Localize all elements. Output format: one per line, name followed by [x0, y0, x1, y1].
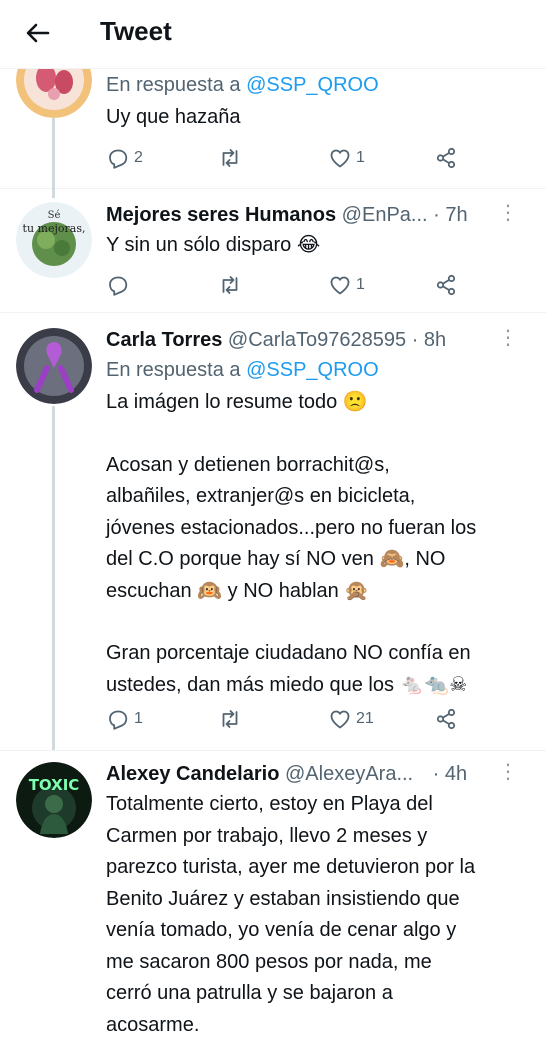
retweet-button[interactable] [218, 143, 242, 173]
display-name[interactable]: Mejores seres Humanos [106, 204, 336, 226]
top-bar: Tweet [0, 0, 546, 69]
page-title: Tweet [100, 16, 172, 46]
tweet-3[interactable]: Carla Torres @CarlaTo97628595 · 8h ⋮ En … [0, 312, 546, 751]
share-button[interactable] [434, 270, 458, 300]
reply-icon [109, 149, 128, 169]
display-name[interactable]: Carla Torres [106, 329, 222, 351]
like-button[interactable]: 21 [328, 704, 374, 734]
arrow-left-icon[interactable] [22, 17, 54, 49]
reply-count: 2 [134, 149, 143, 166]
reply-to: En respuesta a @SSP_QROO [106, 74, 379, 96]
more-icon[interactable]: ⋮ [498, 200, 518, 226]
avatar[interactable]: TOXIC [16, 762, 92, 838]
reply-button[interactable] [106, 270, 130, 300]
retweet-button[interactable] [218, 704, 242, 734]
tweet-text: Y sin un sólo disparo 😂 [106, 234, 321, 256]
tweet-text: Uy que hazaña [106, 106, 241, 128]
mention-link[interactable]: @SSP_QROO [246, 74, 379, 96]
reply-count: 1 [134, 710, 143, 727]
share-icon [436, 147, 456, 169]
reply-icon [109, 276, 128, 296]
timestamp[interactable]: · 4h [433, 763, 467, 785]
reply-button[interactable]: 1 [106, 704, 143, 734]
username[interactable]: @CarlaTo97628595 [228, 329, 406, 351]
like-button[interactable]: 1 [328, 143, 365, 173]
reply-to: En respuesta a @SSP_QROO [106, 359, 379, 381]
avatar[interactable] [16, 328, 92, 404]
share-icon [436, 708, 456, 730]
tweet-header: Carla Torres @CarlaTo97628595 · 8h ⋮ [106, 325, 530, 355]
retweet-icon [222, 710, 238, 728]
reply-button[interactable]: 2 [106, 143, 143, 173]
action-bar: 2 1 [106, 143, 486, 173]
share-button[interactable] [434, 143, 458, 173]
share-icon [436, 274, 456, 296]
tweet-header: Alexey Candelario @AlexeyAra... · 4h ⋮ [106, 759, 530, 789]
username[interactable]: @AlexeyAra... [285, 763, 413, 785]
like-count: 1 [356, 149, 365, 166]
retweet-icon [222, 149, 238, 167]
avatar-text-line2: tu mejoras, [23, 222, 86, 235]
thread-line [52, 406, 55, 750]
timestamp[interactable]: · 8h [412, 329, 446, 351]
tweet-header: Mejores seres Humanos @EnPa... · 7h ⋮ [106, 200, 530, 230]
display-name[interactable]: Alexey Candelario [106, 763, 279, 785]
more-icon[interactable]: ⋮ [498, 759, 518, 785]
tweet-4[interactable]: TOXIC Alexey Candelario @AlexeyAra... · … [0, 750, 546, 1036]
heart-icon [330, 710, 350, 729]
action-bar: 1 [106, 270, 486, 300]
retweet-icon [222, 276, 238, 294]
heart-icon [330, 276, 350, 295]
like-button[interactable]: 1 [328, 270, 365, 300]
retweet-button[interactable] [218, 270, 242, 300]
avatar-logo-text: TOXIC [29, 776, 80, 794]
avatar[interactable]: Sé tu mejoras, [16, 202, 92, 278]
username[interactable]: @EnPa... [342, 204, 428, 226]
tweet-text: La imágen lo resume todo 🙁 Acosan y deti… [106, 391, 477, 696]
share-button[interactable] [434, 704, 458, 734]
timestamp[interactable]: · 7h [433, 204, 467, 226]
heart-icon [330, 149, 350, 168]
more-icon[interactable]: ⋮ [498, 325, 518, 351]
avatar-text-line1: Sé [48, 210, 61, 221]
tweet-thread: En respuesta a @SSP_QROO Uy que hazaña 2… [0, 0, 546, 1036]
like-count: 21 [356, 710, 374, 727]
like-count: 1 [356, 276, 365, 293]
thread-line [52, 118, 55, 198]
tweet-2[interactable]: Sé tu mejoras, Mejores seres Humanos @En… [0, 188, 546, 313]
action-bar: 1 21 [106, 704, 486, 734]
tweet-text: Totalmente cierto, estoy en Playa del Ca… [106, 793, 476, 1036]
mention-link[interactable]: @SSP_QROO [246, 359, 379, 381]
reply-icon [109, 710, 128, 730]
